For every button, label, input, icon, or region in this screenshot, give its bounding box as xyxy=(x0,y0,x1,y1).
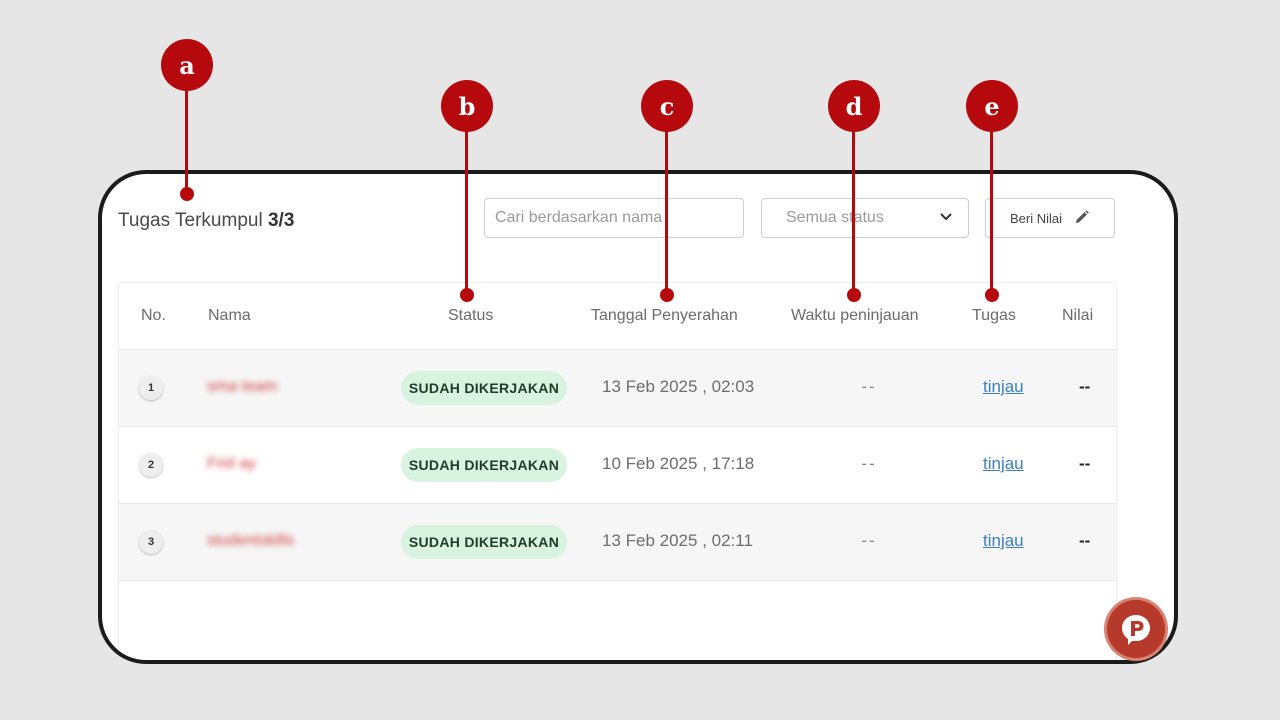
status-badge: SUDAH DIKERJAKAN xyxy=(401,525,567,559)
review-link[interactable]: tinjau xyxy=(983,531,1024,551)
grade-value: -- xyxy=(1079,454,1091,473)
callout-a-line xyxy=(185,88,188,194)
submitted-date: 10 Feb 2025 , 17:18 xyxy=(602,454,755,473)
row-number: 1 xyxy=(139,376,163,400)
table-row: 3 studentskills SUDAH DIKERJAKAN 13 Feb … xyxy=(119,504,1116,581)
callout-b-dot xyxy=(460,288,474,302)
submission-count: 3/3 xyxy=(267,210,295,231)
table-row: 2 Frid ay SUDAH DIKERJAKAN 10 Feb 2025 ,… xyxy=(119,427,1116,504)
submitted-date: 13 Feb 2025 , 02:03 xyxy=(602,377,755,396)
col-name: Nama xyxy=(208,307,251,324)
review-link[interactable]: tinjau xyxy=(983,454,1024,474)
page-title: Tugas Terkumpul 3/3 xyxy=(118,210,294,232)
callout-c-line xyxy=(665,128,668,294)
callout-b-line xyxy=(465,128,468,294)
col-no: No. xyxy=(141,307,166,324)
callout-a: a xyxy=(161,39,213,91)
col-grade: Nilai xyxy=(1062,307,1094,324)
callout-e-dot xyxy=(985,288,999,302)
grade-value: -- xyxy=(1079,377,1091,396)
callout-c: c xyxy=(641,80,693,132)
row-number: 2 xyxy=(139,453,163,477)
give-grade-label: Beri Nilai xyxy=(1009,210,1062,226)
callout-d-dot xyxy=(847,288,861,302)
review-link[interactable]: tinjau xyxy=(983,377,1024,397)
status-filter-value: Semua status xyxy=(786,209,884,226)
review-time: -- xyxy=(861,377,877,396)
callout-d: d xyxy=(828,80,880,132)
table-row: 1 sma team SUDAH DIKERJAKAN 13 Feb 2025 … xyxy=(119,350,1116,427)
student-name: Frid ay xyxy=(207,455,256,472)
callout-c-dot xyxy=(660,288,674,302)
screenshot-frame: Tugas Terkumpul 3/3 Semua status Beri Ni… xyxy=(98,170,1178,664)
give-grade-button[interactable]: Beri Nilai xyxy=(985,198,1115,238)
col-submitted: Tanggal Penyerahan xyxy=(591,307,738,324)
student-name: studentskills xyxy=(207,532,295,549)
student-name: sma team xyxy=(207,378,278,395)
table-header: No. Nama Status Tanggal Penyerahan Waktu… xyxy=(119,283,1116,350)
search-input[interactable] xyxy=(484,198,744,238)
row-number: 3 xyxy=(139,530,163,554)
review-time: -- xyxy=(861,454,877,473)
callout-a-dot xyxy=(180,187,194,201)
callout-e: e xyxy=(966,80,1018,132)
pencil-icon xyxy=(1074,209,1090,228)
col-status: Status xyxy=(448,307,494,324)
submitted-date: 13 Feb 2025 , 02:11 xyxy=(602,531,753,550)
submissions-panel: Tugas Terkumpul 3/3 Semua status Beri Ni… xyxy=(102,174,1174,660)
col-task: Tugas xyxy=(972,307,1016,324)
chevron-down-icon xyxy=(938,208,954,229)
col-review-time: Waktu peninjauan xyxy=(791,307,919,324)
status-badge: SUDAH DIKERJAKAN xyxy=(401,448,567,482)
grade-value: -- xyxy=(1079,531,1091,550)
callout-b: b xyxy=(441,80,493,132)
title-text: Tugas Terkumpul xyxy=(118,210,263,231)
callout-d-line xyxy=(852,128,855,294)
status-badge: SUDAH DIKERJAKAN xyxy=(401,371,567,405)
review-time: -- xyxy=(861,531,877,550)
callout-e-line xyxy=(990,128,993,294)
status-filter-select[interactable]: Semua status xyxy=(761,198,969,238)
submissions-table: No. Nama Status Tanggal Penyerahan Waktu… xyxy=(118,282,1117,660)
brand-logo-icon xyxy=(1107,600,1165,658)
